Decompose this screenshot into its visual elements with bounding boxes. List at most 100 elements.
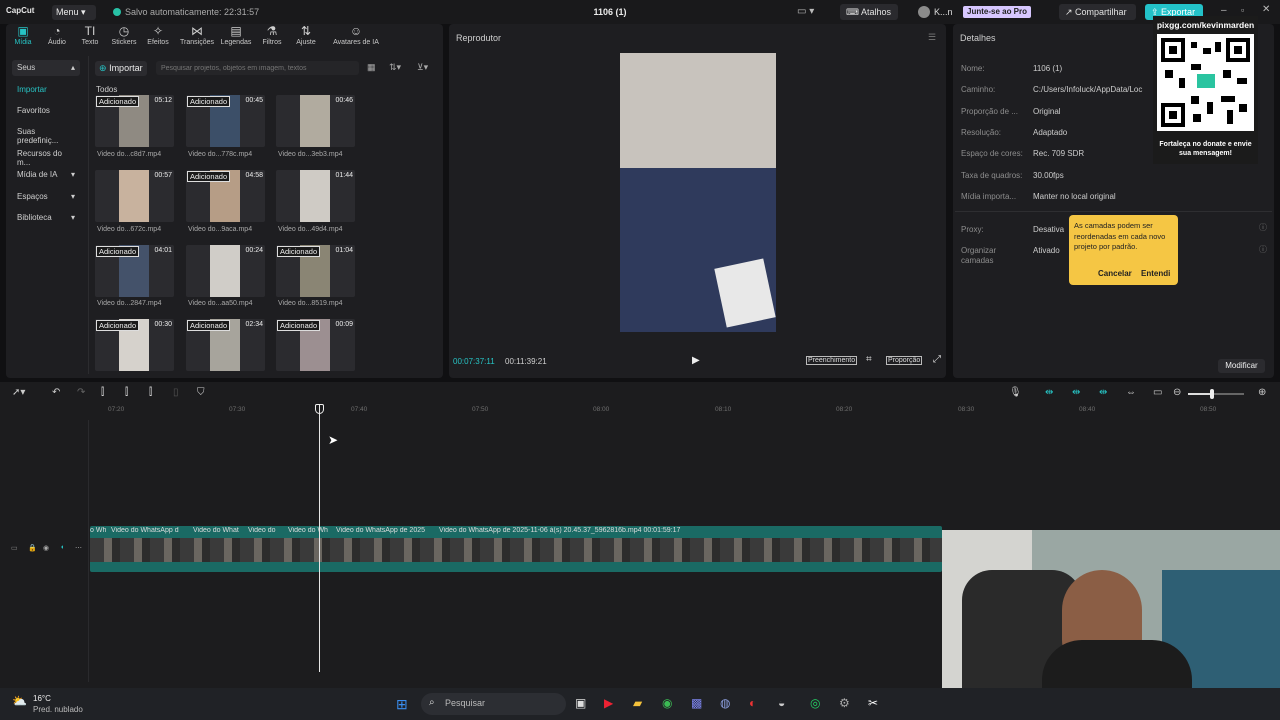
sidebar-item-spaces[interactable]: Espaços ▾ [12, 189, 80, 205]
link-icon[interactable]: ⇹ [1072, 387, 1080, 398]
split-left-icon[interactable]: ⫿ [125, 387, 128, 398]
fill-button[interactable]: Preenchimento [806, 356, 858, 365]
magnet-icon[interactable]: ⇹ [1045, 387, 1053, 398]
zoom-in-icon[interactable]: ⊕ [1258, 387, 1266, 398]
preview-axis-icon[interactable]: ⇹ [1099, 387, 1107, 398]
layers-toggle[interactable]: Ativado [1033, 246, 1060, 255]
delete-icon[interactable]: ▯ [173, 387, 179, 398]
layout-icon[interactable]: ▭ ▾ [797, 6, 814, 17]
sidebar-item-yours[interactable]: Seus ▴ [12, 60, 80, 76]
clip-title[interactable]: o Wh [90, 527, 106, 534]
steam-icon[interactable]: ◒ [778, 696, 785, 710]
select-tool-icon[interactable]: ➚▾ [12, 387, 25, 398]
clip-title[interactable]: Video do WhatsApp d [111, 527, 179, 534]
chrome-icon[interactable]: ◉ [662, 696, 672, 710]
split-icon[interactable]: ⫿ [101, 387, 104, 398]
shortcuts-button[interactable]: ⌨ Atalhos [840, 4, 898, 20]
tab-text[interactable]: TI Texto [73, 24, 107, 52]
windows-start-icon[interactable]: ⊞ [396, 696, 408, 713]
focus-icon[interactable]: ⌗ [866, 354, 872, 365]
media-item[interactable]: Adicionado 00:45 [186, 95, 265, 147]
close-icon[interactable]: ✕ [1262, 4, 1270, 15]
sort-icon[interactable]: ⇅▾ [389, 62, 401, 73]
task-view-icon[interactable]: ▣ [575, 696, 586, 710]
timeline-ruler[interactable]: 07:20 07:30 07:40 07:50 08:00 08:10 08:2… [90, 404, 1280, 416]
folder-icon[interactable]: ▰ [633, 696, 642, 710]
media-search-input[interactable] [156, 61, 359, 75]
sidebar-item-library[interactable]: Biblioteca ▾ [12, 210, 80, 226]
menu-button[interactable]: Menu ▾ [52, 5, 96, 20]
media-item[interactable]: Adicionado 04:01 [95, 245, 174, 297]
tab-adjust[interactable]: ⇅ Ajuste [289, 24, 323, 52]
tab-effects[interactable]: ✧ Efeitos [141, 24, 175, 52]
video-preview[interactable] [620, 53, 776, 332]
modify-button[interactable]: Modificar [1218, 359, 1265, 373]
pro-button[interactable]: Junte-se ao Pro [963, 6, 1032, 18]
redo-icon[interactable]: ↷ [77, 387, 85, 398]
taskbar-search[interactable]: ⌕ Pesquisar [421, 693, 566, 715]
weather-icon[interactable]: ⛅ [12, 694, 27, 708]
media-item[interactable]: 01:44 [276, 170, 355, 222]
media-item[interactable]: 00:57 [95, 170, 174, 222]
screen-icon[interactable]: ▭ [1153, 387, 1162, 398]
tab-audio[interactable]: ◔ Áudio [40, 24, 74, 52]
tooltip-ok-button[interactable]: Entendi [1141, 269, 1170, 278]
clip-title[interactable]: Video do What [193, 527, 239, 534]
fullscreen-icon[interactable]: ⤢ [933, 354, 941, 365]
media-item[interactable]: Adicionado 05:12 [95, 95, 174, 147]
tab-captions[interactable]: ▤ Legendas [218, 24, 254, 52]
minimize-icon[interactable]: – [1221, 5, 1227, 16]
playhead-handle[interactable] [315, 404, 324, 414]
media-item[interactable]: Adicionado 04:58 [186, 170, 265, 222]
media-item[interactable]: Adicionado 01:04 [276, 245, 355, 297]
eye-icon[interactable]: ◉ [43, 544, 49, 552]
grid-view-icon[interactable]: ▦ [367, 62, 376, 73]
audio-icon[interactable]: ◖ [60, 544, 64, 551]
media-item[interactable]: 00:46 [276, 95, 355, 147]
lock-icon[interactable]: 🔒 [28, 544, 37, 552]
tab-ai-avatars[interactable]: ☺ Avatares de IA [324, 24, 388, 52]
youtube-icon[interactable]: ▶ [604, 696, 613, 710]
avatar[interactable] [918, 6, 930, 18]
tab-media[interactable]: ▣ Mídia [6, 24, 40, 52]
clip-title[interactable]: Video do WhatsApp de 2025 [336, 527, 425, 534]
player-menu-icon[interactable]: ☰ [928, 32, 936, 43]
align-icon[interactable]: ⇔ [1126, 387, 1136, 398]
maximize-icon[interactable]: ▫ [1241, 5, 1244, 15]
split-right-icon[interactable]: ⫿ [149, 387, 152, 398]
clip-title[interactable]: Video do Wh [288, 527, 328, 534]
sidebar-item-favorites[interactable]: Favoritos [12, 103, 80, 119]
track-cover-icon[interactable]: ▭ [11, 544, 18, 552]
marker-icon[interactable]: ⛉ [197, 387, 205, 398]
media-item[interactable]: 00:24 [186, 245, 265, 297]
ratio-button[interactable]: Proporção [886, 356, 923, 365]
microphone-icon[interactable]: 🎙 [1009, 387, 1022, 398]
settings-icon[interactable]: ⚙ [839, 696, 850, 710]
filter-icon[interactable]: ⊻▾ [417, 62, 428, 73]
play-icon[interactable]: ▶ [692, 355, 700, 366]
more-icon[interactable]: ⋯ [75, 544, 82, 552]
tab-transitions[interactable]: ⋈ Transições [178, 24, 216, 52]
clip-title[interactable]: Video do [248, 527, 276, 534]
sidebar-item-resources[interactable]: Recursos do m... [12, 146, 80, 167]
media-item[interactable]: Adicionado 00:09 [276, 319, 355, 371]
clip-title[interactable]: Video do WhatsApp de 2025-11-06 à(s) 20.… [439, 527, 680, 534]
tooltip-cancel-button[interactable]: Cancelar [1098, 269, 1132, 278]
media-item[interactable]: Adicionado 00:30 [95, 319, 174, 371]
capcut-icon[interactable]: ✂ [868, 696, 878, 710]
tab-filters[interactable]: ⚗ Filtros [255, 24, 289, 52]
sidebar-item-import[interactable]: Importar [12, 82, 80, 98]
discord-icon[interactable]: ◍ [720, 696, 730, 710]
zoom-slider-handle[interactable] [1210, 389, 1214, 399]
whatsapp-icon[interactable]: ◎ [810, 696, 820, 710]
app-icon[interactable]: ◐ [749, 696, 756, 710]
import-button[interactable]: ⊕ Importar [95, 61, 147, 76]
media-item[interactable]: Adicionado 02:34 [186, 319, 265, 371]
info-icon[interactable]: ⓘ [1259, 222, 1267, 233]
undo-icon[interactable]: ↶ [52, 387, 60, 398]
share-button[interactable]: ↗ Compartilhar [1059, 4, 1136, 20]
playhead[interactable] [319, 404, 320, 672]
tab-stickers[interactable]: ◷ Stickers [107, 24, 141, 52]
info-icon[interactable]: ⓘ [1259, 244, 1267, 255]
proxy-toggle[interactable]: Desativa [1033, 225, 1064, 234]
